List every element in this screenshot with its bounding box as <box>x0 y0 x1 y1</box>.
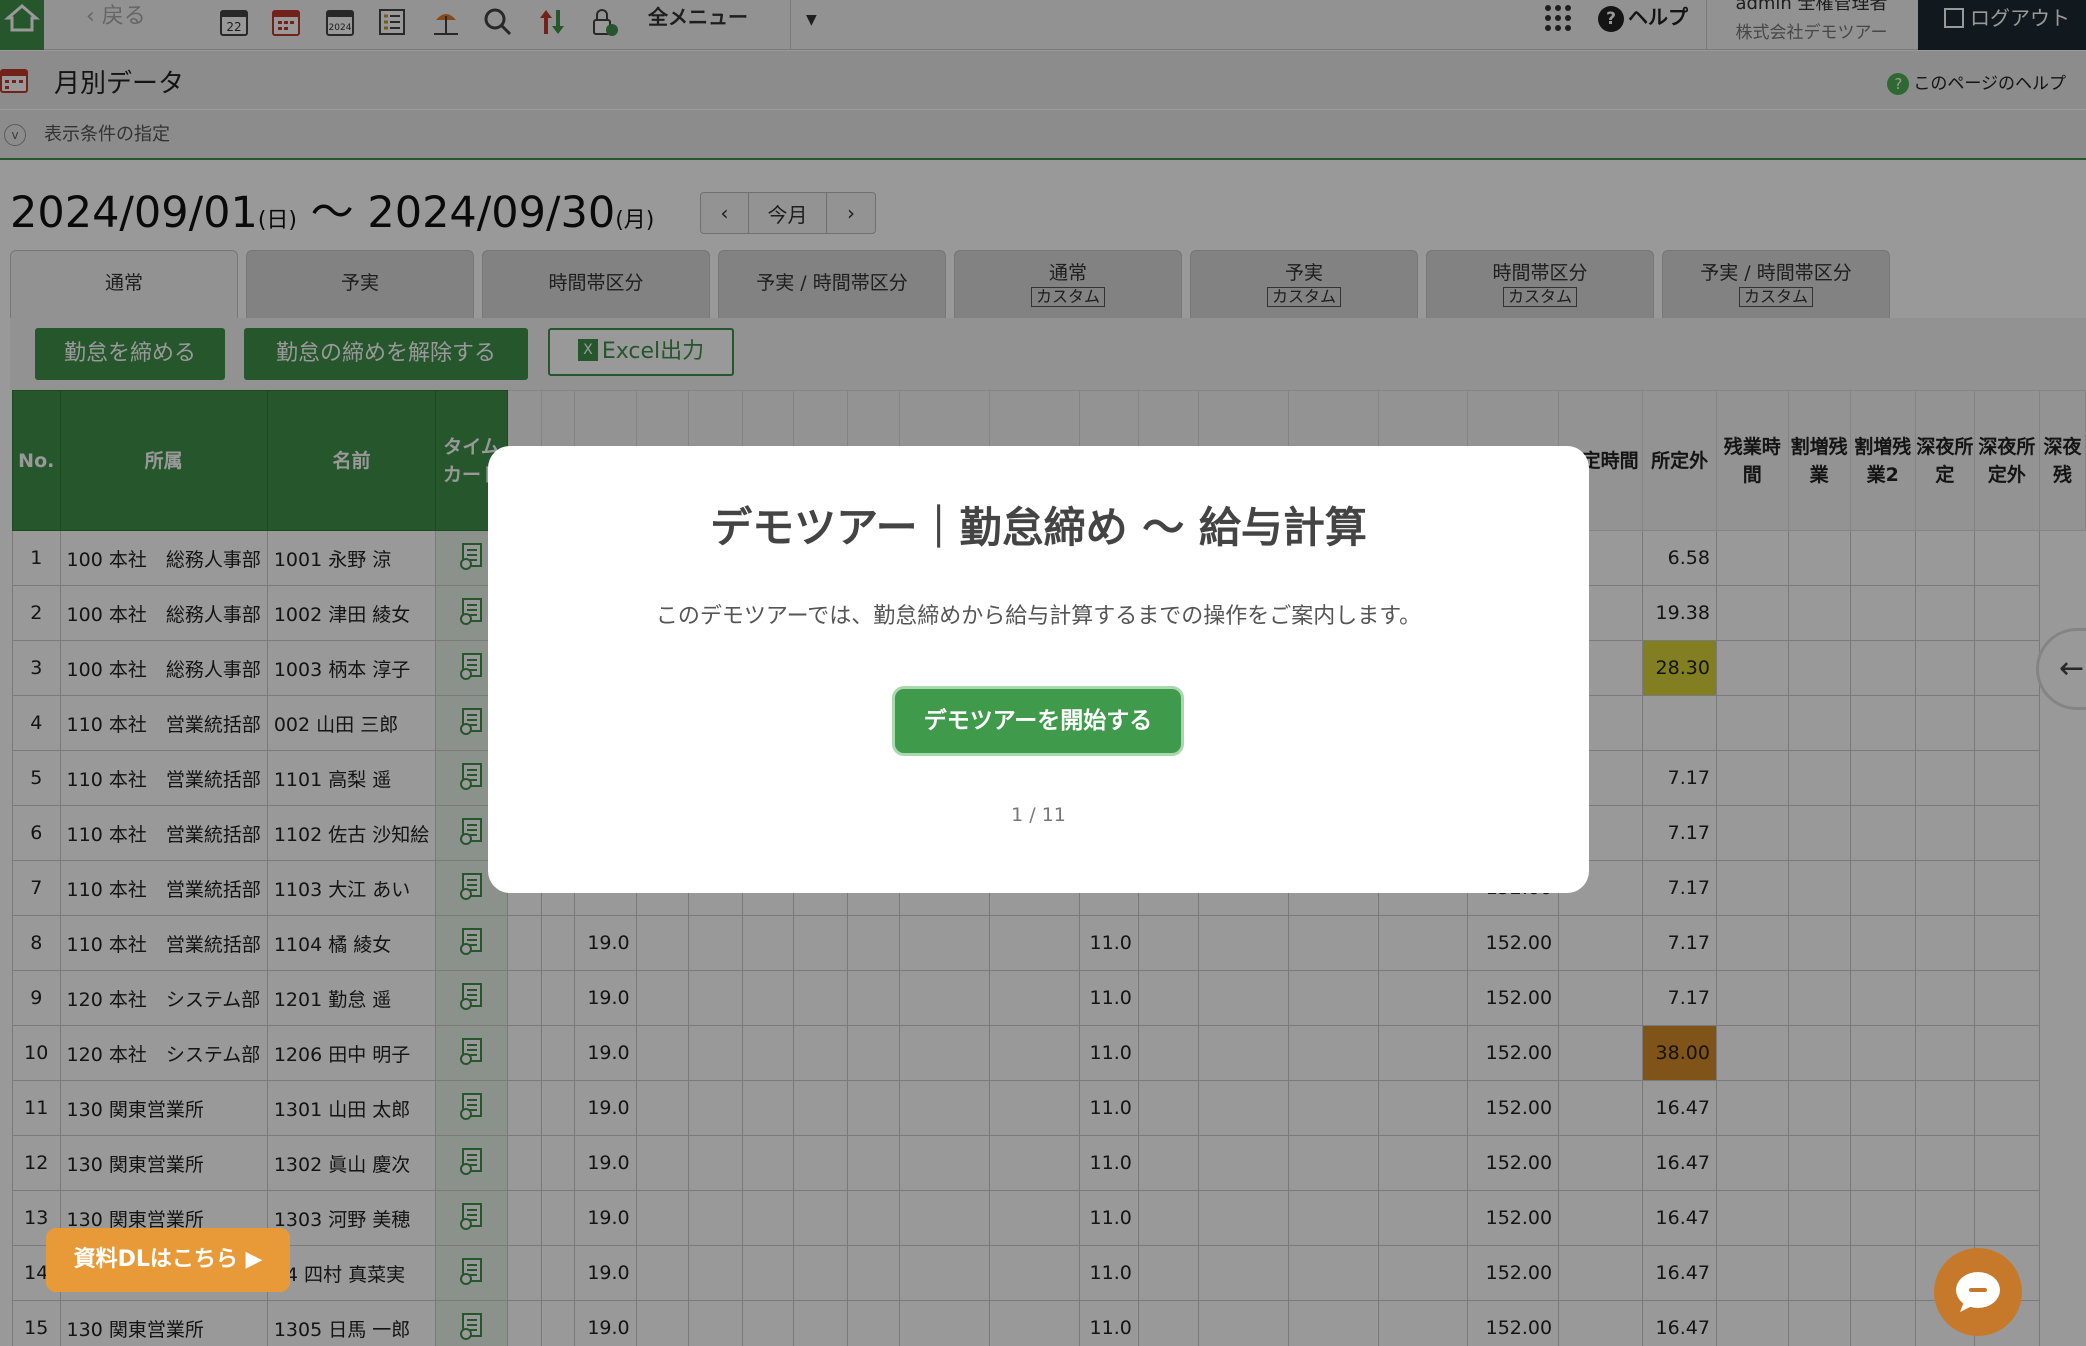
demo-tour-modal: デモツアー｜勤怠締め 〜 給与計算 このデモツアーでは、勤怠締めから給与計算する… <box>488 446 1589 893</box>
chat-button[interactable] <box>1934 1248 2022 1336</box>
modal-title: デモツアー｜勤怠締め 〜 給与計算 <box>710 503 1367 552</box>
modal-description: このデモツアーでは、勤怠締めから給与計算するまでの操作をご案内します。 <box>655 604 1422 629</box>
chat-icon <box>1956 1272 2000 1312</box>
download-materials-button[interactable]: 資料DLはこちら ▶ <box>46 1228 290 1292</box>
start-tour-button[interactable]: デモツアーを開始する <box>892 686 1184 756</box>
tour-page-indicator: 1 / 11 <box>1011 804 1066 826</box>
